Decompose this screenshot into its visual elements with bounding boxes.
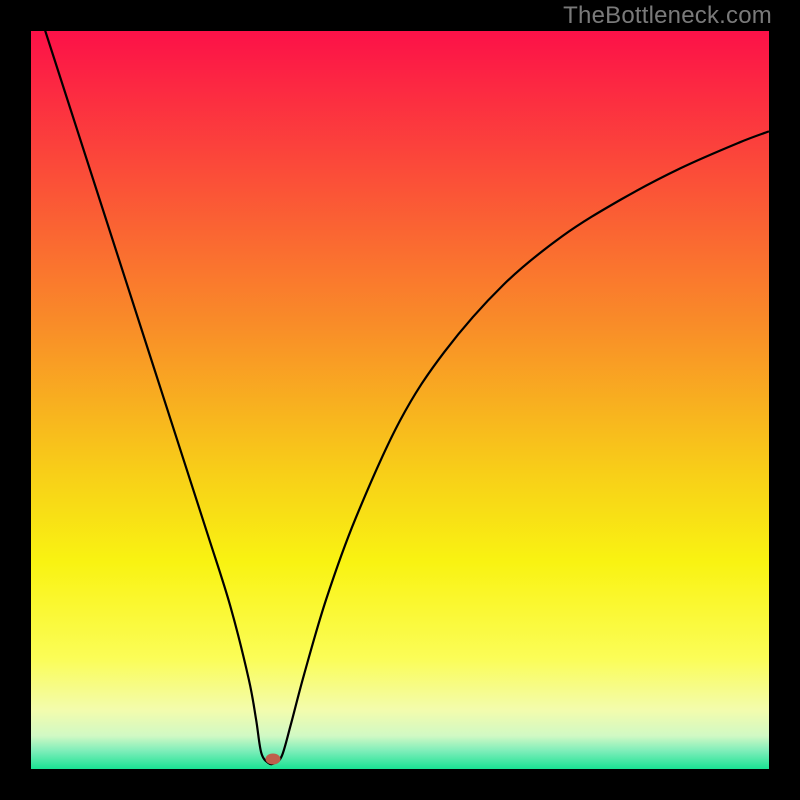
bottleneck-curve xyxy=(31,31,769,769)
chart-canvas: TheBottleneck.com xyxy=(0,0,800,800)
plot-area xyxy=(31,31,769,769)
watermark-text: TheBottleneck.com xyxy=(563,2,772,30)
optimal-marker xyxy=(266,753,281,764)
